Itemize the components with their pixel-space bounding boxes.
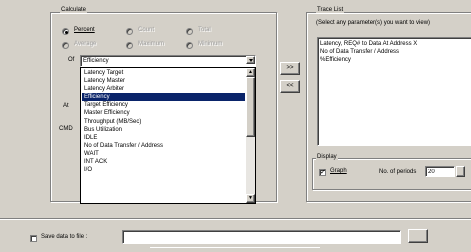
radio-count-label: Count: [138, 27, 155, 33]
radio-average[interactable]: Average: [62, 41, 117, 50]
arrow-down-icon: ▼: [248, 195, 253, 201]
radio-total-indicator: [186, 28, 193, 35]
cmd-label: CMD: [59, 126, 73, 132]
dropdown-option[interactable]: Latency Arbiter: [82, 85, 245, 93]
dropdown-option[interactable]: Throughput (MB/Sec): [82, 118, 245, 126]
dropdown-option[interactable]: Latency Master: [82, 77, 245, 85]
scroll-down-button[interactable]: ▼: [246, 194, 255, 203]
combobox-dropdown-button[interactable]: [246, 56, 255, 64]
display-group-title: Display: [316, 154, 338, 160]
radio-total[interactable]: Total: [186, 27, 236, 36]
dropdown-option[interactable]: Latency Target: [82, 69, 245, 77]
radio-maximum-label: Maximum: [138, 41, 165, 47]
trace-listbox[interactable]: Latency, REQ# to Data At Address X No of …: [317, 37, 471, 146]
graph-checkbox-label: Graph: [330, 168, 347, 174]
dropdown-option[interactable]: No of Data Transfer / Address: [82, 142, 245, 150]
dropdown-option[interactable]: WAIT: [82, 150, 245, 158]
trace-list-item[interactable]: No of Data Transfer / Address: [320, 48, 417, 56]
trace-list-title: Trace List: [316, 7, 345, 13]
dropdown-option[interactable]: Efficiency: [82, 93, 245, 102]
trace-items: Latency, REQ# to Data At Address X No of …: [320, 40, 417, 64]
save-data-checkbox[interactable]: Save data to file :: [30, 234, 110, 243]
periods-input[interactable]: [425, 166, 455, 177]
trace-list-item[interactable]: %Efficiency: [320, 56, 417, 64]
chevron-down-icon: [249, 59, 253, 62]
dropdown-option[interactable]: Master Efficiency: [82, 109, 245, 117]
parameter-combobox[interactable]: Efficiency: [80, 55, 256, 67]
add-to-trace-label: >>: [286, 65, 294, 71]
radio-maximum-indicator: [126, 42, 133, 49]
scroll-thumb[interactable]: [246, 77, 255, 137]
browse-button[interactable]: [408, 229, 428, 243]
periods-label: No. of periods: [379, 169, 417, 175]
trace-list-hint: (Select any parameter(s) you want to vie…: [316, 20, 431, 26]
dropdown-option[interactable]: IDLE: [82, 134, 245, 142]
dropdown-option[interactable]: Bus Utilization: [82, 126, 245, 134]
dropdown-option[interactable]: I/O: [82, 166, 245, 174]
radio-average-indicator: [62, 42, 69, 49]
at-label: At: [63, 103, 69, 109]
radio-percent[interactable]: Percent: [62, 27, 122, 36]
remove-from-trace-button[interactable]: <<: [280, 80, 300, 93]
save-data-label: Save data to file :: [41, 234, 88, 240]
radio-minimum-indicator: [186, 42, 193, 49]
radio-percent-label: Percent: [74, 27, 95, 33]
separator: [0, 218, 471, 220]
save-path-field[interactable]: [122, 230, 401, 244]
graph-checkbox-box: ✓: [319, 169, 326, 176]
save-data-checkbox-box: [30, 235, 37, 242]
radio-average-label: Average: [74, 41, 97, 47]
periods-spin[interactable]: [456, 166, 465, 177]
radio-count[interactable]: Count: [126, 27, 176, 36]
parameter-dropdown-list: Latency Target Latency Master Latency Arbi…: [80, 67, 256, 204]
graph-checkbox[interactable]: ✓ Graph: [319, 168, 359, 177]
dropdown-scrollbar[interactable]: ▲ ▼: [246, 68, 255, 203]
dropdown-options: Latency Target Latency Master Latency Arbi…: [82, 69, 245, 174]
radio-total-label: Total: [198, 27, 211, 33]
dropdown-option[interactable]: Target Efficiency: [82, 101, 245, 109]
scroll-up-button[interactable]: ▲: [246, 68, 255, 77]
arrow-up-icon: ▲: [248, 69, 253, 75]
add-to-trace-button[interactable]: >>: [280, 62, 300, 75]
radio-percent-indicator: [62, 28, 69, 35]
radio-count-indicator: [126, 28, 133, 35]
calculate-group-title: Calculate: [60, 7, 88, 13]
combobox-value: Efficiency: [83, 58, 109, 64]
bottom-control-edge: [150, 247, 320, 248]
of-label: Of: [68, 57, 75, 63]
remove-from-trace-label: <<: [286, 83, 294, 89]
radio-minimum[interactable]: Minimum: [186, 41, 241, 50]
radio-maximum[interactable]: Maximum: [126, 41, 181, 50]
radio-minimum-label: Minimum: [198, 41, 223, 47]
trace-list-item[interactable]: Latency, REQ# to Data At Address X: [320, 40, 417, 48]
dropdown-option[interactable]: INT ACK: [82, 158, 245, 166]
